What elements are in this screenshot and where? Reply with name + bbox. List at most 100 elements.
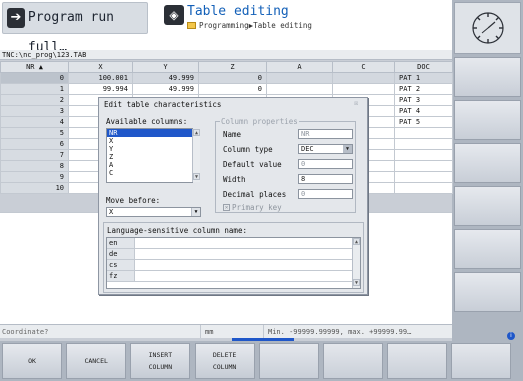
width-field[interactable]: 8 — [298, 174, 353, 184]
coordinate-input-bar[interactable]: Coordinate? mm Min. -99999.99999, max. +… — [0, 324, 452, 338]
table-cell-doc[interactable]: PAT 5 — [394, 116, 453, 128]
chevron-down-icon[interactable]: ▼ — [343, 145, 352, 153]
info-icon[interactable]: i — [507, 332, 515, 340]
chevron-down-icon[interactable]: ▼ — [191, 208, 200, 216]
vertical-softkey-2[interactable] — [454, 100, 521, 140]
softkey-empty[interactable] — [387, 343, 448, 379]
scroll-down-icon[interactable]: ▼ — [193, 173, 200, 180]
column-header-c[interactable]: C — [332, 61, 395, 73]
language-name-grid[interactable]: en de cs fz ▲ ▼ — [106, 237, 361, 289]
table-cell-doc[interactable]: PAT 4 — [394, 105, 453, 117]
table-cell-doc[interactable]: PAT 2 — [394, 83, 453, 95]
table-cell-nr[interactable]: 3 — [0, 105, 69, 117]
file-path: TNC:\nc_prog\123.TAB — [0, 50, 452, 60]
decimal-places-field[interactable]: 0 — [298, 189, 353, 199]
softkey-label-line1: OK — [28, 357, 36, 365]
available-column-item[interactable]: Y — [107, 145, 192, 153]
language-code: en — [107, 238, 135, 248]
table-row[interactable]: 0 100.001 49.999 0 PAT 1 — [0, 72, 453, 84]
table-cell-nr[interactable]: 0 — [0, 72, 69, 84]
available-column-item[interactable]: A — [107, 161, 192, 169]
vertical-softkey-4[interactable] — [454, 186, 521, 226]
name-field[interactable]: NR — [298, 129, 353, 139]
dialog-title: Edit table characteristics — [104, 100, 222, 109]
coordinate-prompt: Coordinate? — [2, 328, 49, 336]
softkey-cancel[interactable]: CANCEL — [66, 343, 127, 379]
language-grid-scrollbar[interactable]: ▲ ▼ — [352, 238, 360, 288]
language-name-cell[interactable] — [135, 249, 360, 259]
table-cell-nr[interactable]: 1 — [0, 83, 69, 95]
vertical-softkey-6[interactable] — [454, 272, 521, 312]
available-column-item[interactable]: Z — [107, 153, 192, 161]
table-cell-doc[interactable] — [394, 171, 453, 183]
programming-icon: ◈ — [164, 5, 184, 25]
table-cell-doc[interactable]: PAT 3 — [394, 94, 453, 106]
close-icon[interactable]: ☒ — [354, 99, 358, 107]
table-cell-x[interactable]: 99.994 — [68, 83, 133, 95]
available-column-item[interactable]: C — [107, 169, 192, 177]
language-name-cell[interactable] — [135, 260, 360, 270]
available-column-item[interactable]: NR — [107, 129, 192, 137]
table-cell-nr[interactable]: 2 — [0, 94, 69, 106]
language-row[interactable]: de — [107, 249, 360, 260]
table-cell-nr[interactable]: 5 — [0, 127, 69, 139]
vertical-softkey-1[interactable] — [454, 57, 521, 97]
softkey-empty[interactable] — [258, 343, 319, 379]
table-cell-nr[interactable]: 7 — [0, 149, 69, 161]
vertical-softkey-5[interactable] — [454, 229, 521, 269]
column-header-doc[interactable]: DOC — [394, 61, 453, 73]
vertical-softkey-3[interactable] — [454, 143, 521, 183]
available-column-item[interactable]: X — [107, 137, 192, 145]
mode-program-run-tab[interactable]: ➔ Program run full… — [2, 2, 148, 55]
table-cell-doc[interactable]: PAT 1 — [394, 72, 453, 84]
language-row[interactable]: fz — [107, 271, 360, 282]
language-row[interactable]: en — [107, 238, 360, 249]
table-cell-y[interactable]: 49.999 — [132, 72, 199, 84]
softkey-empty[interactable] — [451, 343, 512, 379]
table-cell-nr[interactable]: 9 — [0, 171, 69, 183]
table-cell-a[interactable] — [266, 72, 333, 84]
table-cell-doc[interactable] — [394, 160, 453, 172]
clock-icon — [471, 12, 504, 44]
primary-key-checkbox[interactable]: ✕ — [223, 204, 230, 211]
scroll-down-icon[interactable]: ▼ — [353, 279, 360, 286]
table-cell-c[interactable] — [332, 83, 395, 95]
language-row[interactable]: cs — [107, 260, 360, 271]
table-cell-nr[interactable]: 6 — [0, 138, 69, 150]
table-cell-doc[interactable] — [394, 138, 453, 150]
scroll-up-icon[interactable]: ▲ — [193, 129, 200, 136]
language-name-cell[interactable] — [135, 271, 360, 281]
table-cell-doc[interactable] — [394, 149, 453, 161]
softkey-empty[interactable] — [323, 343, 383, 379]
table-row[interactable]: 1 99.994 49.999 0 PAT 2 — [0, 83, 453, 95]
edit-table-characteristics-dialog: Edit table characteristics ☒ Available c… — [98, 97, 368, 295]
mode-table-editing-tab[interactable]: ◈ Table editing Programming▶Table editin… — [150, 2, 450, 34]
column-header-y[interactable]: Y — [132, 61, 199, 73]
scroll-up-icon[interactable]: ▲ — [353, 238, 360, 245]
column-header-z[interactable]: Z — [198, 61, 267, 73]
available-columns-list[interactable]: NR X Y Z A C ▲ ▼ — [106, 128, 200, 183]
table-cell-a[interactable] — [266, 83, 333, 95]
softkey-delete-column[interactable]: DELETE COLUMN — [194, 343, 255, 379]
table-cell-c[interactable] — [332, 72, 395, 84]
table-cell-doc[interactable] — [394, 127, 453, 139]
column-header-x[interactable]: X — [68, 61, 133, 73]
column-type-select[interactable]: DEC ▼ — [298, 144, 353, 154]
table-cell-x[interactable]: 100.001 — [68, 72, 133, 84]
default-value-field[interactable]: 0 — [298, 159, 353, 169]
table-cell-y[interactable]: 49.999 — [132, 83, 199, 95]
table-cell-z[interactable]: 0 — [198, 83, 267, 95]
softkey-ok[interactable]: OK — [2, 343, 62, 379]
language-name-cell[interactable] — [135, 238, 360, 248]
table-cell-nr[interactable]: 8 — [0, 160, 69, 172]
table-cell-nr[interactable]: 10 — [0, 182, 69, 194]
move-before-value: X — [109, 208, 114, 216]
column-header-a[interactable]: A — [266, 61, 333, 73]
softkey-insert-column[interactable]: INSERT COLUMN — [130, 343, 191, 379]
table-cell-z[interactable]: 0 — [198, 72, 267, 84]
column-header-nr[interactable]: NR ▲ — [0, 61, 69, 73]
table-cell-doc[interactable] — [394, 182, 453, 194]
move-before-select[interactable]: X ▼ — [106, 207, 201, 217]
table-cell-nr[interactable]: 4 — [0, 116, 69, 128]
available-columns-scrollbar[interactable]: ▲ ▼ — [192, 129, 200, 182]
